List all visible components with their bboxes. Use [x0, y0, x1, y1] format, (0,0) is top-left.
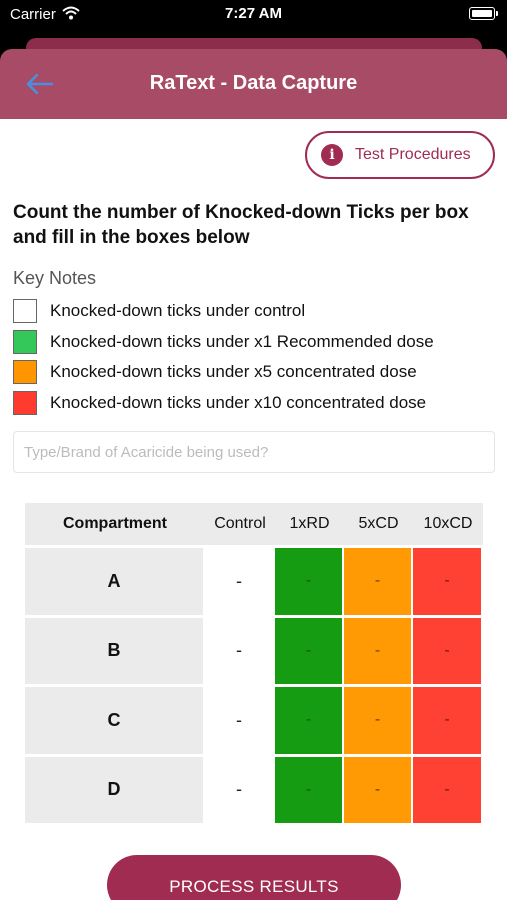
1xrd-cell[interactable]: -: [275, 614, 344, 684]
column-header-compartment: Compartment: [62, 515, 167, 532]
process-results-button[interactable]: PROCESS RESULTS: [107, 855, 401, 900]
column-header-1xrd: 1xRD: [289, 515, 330, 532]
table-row: A - - - -: [25, 545, 483, 615]
swatch-control: [13, 299, 37, 324]
5xcd-cell[interactable]: -: [344, 545, 413, 615]
control-cell[interactable]: -: [205, 614, 275, 684]
header-bar: RaText - Data Capture: [0, 49, 507, 119]
legend-item-5x: Knocked-down ticks under x5 concentrated…: [13, 357, 493, 388]
column-header-control: Control: [214, 515, 266, 532]
1xrd-cell[interactable]: -: [275, 545, 344, 615]
10xcd-cell[interactable]: -: [413, 545, 483, 615]
5xcd-cell[interactable]: -: [344, 684, 413, 754]
swatch-1x: [13, 329, 37, 354]
swatch-5x: [13, 360, 37, 385]
clock: 7:27 AM: [225, 5, 282, 22]
legend-label: Knocked-down ticks under x10 concentrate…: [50, 392, 427, 412]
control-cell[interactable]: -: [205, 684, 275, 754]
column-header-5xcd: 5xCD: [358, 515, 399, 532]
test-procedures-label: Test Procedures: [355, 146, 471, 163]
swatch-10x: [13, 390, 37, 415]
instruction-text: Count the number of Knocked-down Ticks p…: [13, 202, 469, 248]
compartment-cell: D: [25, 753, 205, 823]
legend-item-10x: Knocked-down ticks under x10 concentrate…: [13, 388, 493, 419]
acaricide-input[interactable]: [13, 431, 495, 473]
test-procedures-button[interactable]: i Test Procedures: [305, 131, 495, 179]
control-cell[interactable]: -: [205, 545, 275, 615]
page-title: RaText - Data Capture: [149, 72, 358, 94]
legend-label: Knocked-down ticks under control: [50, 301, 306, 321]
1xrd-cell[interactable]: -: [275, 753, 344, 823]
compartment-cell: C: [25, 684, 205, 754]
status-bar: Carrier 7:27 AM: [0, 0, 507, 30]
battery-icon: [469, 7, 498, 20]
info-icon: i: [321, 144, 343, 166]
legend-label: Knocked-down ticks under x5 concentrated…: [50, 362, 417, 382]
results-table: Compartment Control 1xRD 5xCD 10xCD A - …: [25, 503, 483, 823]
5xcd-cell[interactable]: -: [344, 753, 413, 823]
10xcd-cell[interactable]: -: [413, 614, 483, 684]
table-row: D - - - -: [25, 753, 483, 823]
table-row: C - - - -: [25, 684, 483, 754]
compartment-cell: A: [25, 545, 205, 615]
legend-item-1x: Knocked-down ticks under x1 Recommended …: [13, 327, 493, 358]
1xrd-cell[interactable]: -: [275, 684, 344, 754]
5xcd-cell[interactable]: -: [344, 614, 413, 684]
table-row: B - - - -: [25, 614, 483, 684]
10xcd-cell[interactable]: -: [413, 753, 483, 823]
legend-label: Knocked-down ticks under x1 Recommended …: [50, 331, 434, 351]
key-notes-title: Key Notes: [13, 268, 97, 288]
table-header-row: Compartment Control 1xRD 5xCD 10xCD: [25, 503, 483, 545]
control-cell[interactable]: -: [205, 753, 275, 823]
legend-item-control: Knocked-down ticks under control: [13, 296, 493, 327]
legend: Knocked-down ticks under control Knocked…: [13, 296, 493, 418]
compartment-cell: B: [25, 614, 205, 684]
column-header-10xcd: 10xCD: [423, 515, 473, 532]
10xcd-cell[interactable]: -: [413, 684, 483, 754]
